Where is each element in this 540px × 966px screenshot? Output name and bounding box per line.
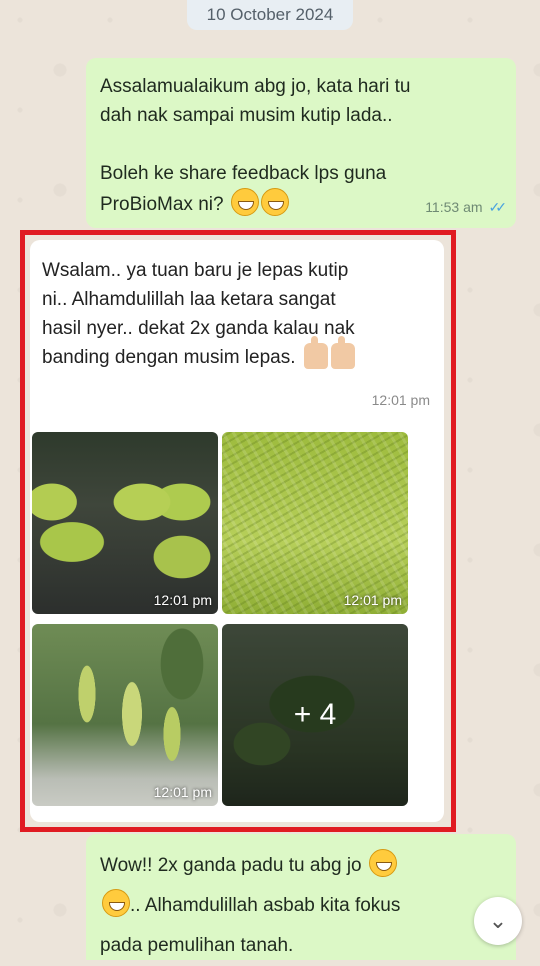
message-text-line: pada pemulihan tanah. <box>100 935 294 956</box>
scroll-to-bottom-button[interactable]: ⌄ <box>474 897 522 945</box>
incoming-message-text: Wsalam.. ya tuan baru je lepas kutip ni.… <box>42 256 434 372</box>
double-check-read-icon: ✓✓ <box>488 199 508 215</box>
incoming-message-reply[interactable]: Wsalam.. ya tuan baru je lepas kutip ni.… <box>30 240 444 822</box>
message-text-line: .. Alhamdulillah asbab kita fokus <box>100 886 502 926</box>
grinning-emoji-icon <box>102 889 130 917</box>
outgoing-message-response[interactable]: Wow!! 2x ganda padu tu abg jo .. Alhamdu… <box>86 834 516 960</box>
grinning-emoji-icon <box>260 188 289 216</box>
photo-time: 12:01 pm <box>343 592 402 608</box>
thumbs-up-icon <box>330 336 355 369</box>
photo-time: 12:01 pm <box>153 592 212 608</box>
message-text-line: dah nak sampai musim kutip lada.. <box>100 105 393 126</box>
message-text-span: Wow!! 2x ganda padu tu abg jo <box>100 855 362 876</box>
message-text-line: ni.. Alhamdulillah laa ketara sangat <box>42 289 336 310</box>
message-text-line: Wow!! 2x ganda padu tu abg jo <box>100 846 502 886</box>
more-photos-count: + 4 <box>222 624 408 806</box>
photo-chili-harvest-pile[interactable]: 12:01 pm <box>222 432 408 614</box>
thumbs-up-icon <box>303 336 328 369</box>
message-text-span: ProBioMax ni? <box>100 194 224 215</box>
photo-chilies-in-baskets[interactable]: 12:01 pm <box>32 432 218 614</box>
message-text-line: Assalamualaikum abg jo, kata hari tu <box>100 76 411 97</box>
message-text-line: hasil nyer.. dekat 2x ganda kalau nak <box>42 318 355 339</box>
outgoing-message-question[interactable]: Assalamualaikum abg jo, kata hari tu dah… <box>86 58 516 228</box>
date-separator: 10 October 2024 <box>187 0 353 30</box>
photo-more-images[interactable]: + 4 <box>222 624 408 806</box>
message-text-span: .. Alhamdulillah asbab kita fokus <box>130 895 401 916</box>
photo-chili-plant[interactable]: 12:01 pm <box>32 624 218 806</box>
double-chevron-down-icon: ⌄ <box>488 908 508 933</box>
grinning-emoji-icon <box>368 849 397 877</box>
message-time: 12:01 pm <box>371 392 430 408</box>
message-text-line: banding dengan musim lepas. <box>42 336 434 372</box>
message-time: 11:53 am <box>425 199 483 215</box>
photo-time: 12:01 pm <box>153 784 212 800</box>
message-text-line: Boleh ke share feedback lps guna <box>100 163 387 184</box>
message-text-line: Wsalam.. ya tuan baru je lepas kutip <box>42 260 349 281</box>
message-text-span: banding dengan musim lepas. <box>42 347 296 368</box>
message-meta: 11:53 am ✓✓ <box>425 193 508 222</box>
grinning-emoji-icon <box>230 188 259 216</box>
